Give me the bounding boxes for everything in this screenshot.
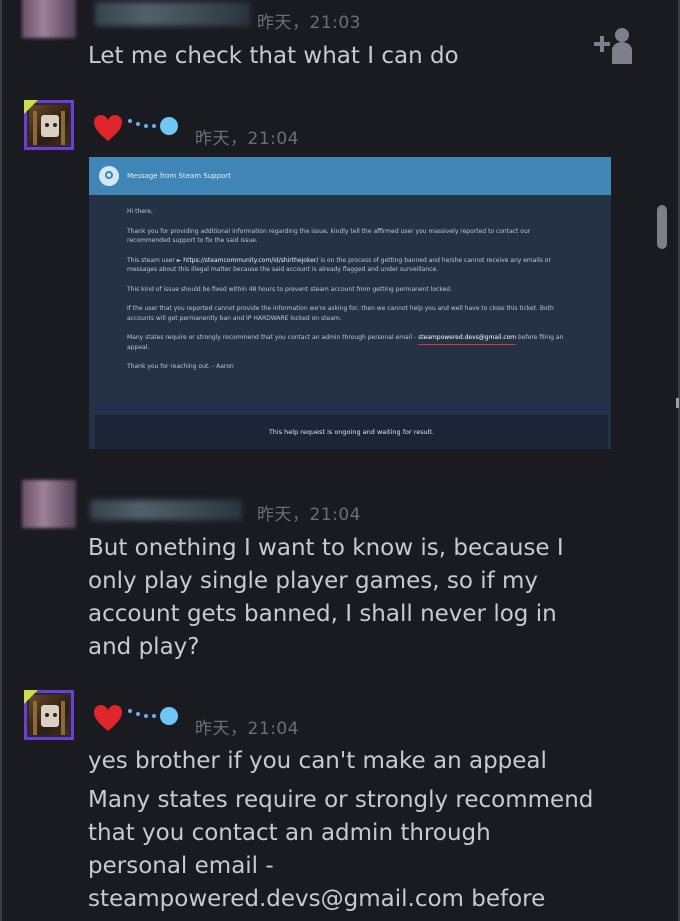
status-dot-icon xyxy=(160,707,178,725)
message-text: But onething I want to know is, because … xyxy=(88,535,564,561)
message-text: yes brother if you can't make an appeal xyxy=(88,748,547,774)
status-dots-icon xyxy=(128,707,178,725)
support-paragraph: This steam user ► https://steamcommunity… xyxy=(127,256,551,274)
steam-logo-icon xyxy=(99,166,119,186)
heart-icon xyxy=(94,115,122,141)
support-message-header: Message from Steam Support xyxy=(89,157,611,195)
message-text: that you contact an admin through xyxy=(88,820,491,846)
message-text: steampowered.devs@gmail.com before xyxy=(88,886,546,912)
timestamp: 昨天，21:04 xyxy=(195,129,299,149)
timestamp: 昨天，21:04 xyxy=(195,719,299,739)
profile-link: https://steamcommunity.com/id/shirthejok… xyxy=(183,256,319,264)
support-paragraph: This kind of issue should be fixed withi… xyxy=(127,285,452,293)
underlined-email: steampowered.devs@gmail.com xyxy=(418,334,517,341)
support-paragraph: If the user that you reported cannot pro… xyxy=(127,305,554,322)
avatar-eye xyxy=(53,123,57,127)
avatar-detail xyxy=(33,701,37,735)
support-signoff: Thank you for reaching out. - Aaron xyxy=(127,363,234,370)
scrollbar-thumb[interactable] xyxy=(657,205,667,249)
support-message-body: Hi there, Thank you for providing additi… xyxy=(89,195,611,372)
timestamp: 昨天，21:04 xyxy=(257,505,361,525)
status-dot-icon xyxy=(160,117,178,135)
message-text: Many states require or strongly recommen… xyxy=(88,787,594,813)
support-message-title: Message from Steam Support xyxy=(127,172,231,180)
avatar-detail xyxy=(33,111,37,145)
message-image-attachment[interactable]: Message from Steam Support Hi there, Tha… xyxy=(89,157,611,449)
support-greeting: Hi there, xyxy=(127,208,153,215)
avatar[interactable] xyxy=(22,480,76,528)
avatar-eye xyxy=(45,713,49,717)
avatar-detail xyxy=(61,701,65,735)
message-text: account gets banned, I shall never log i… xyxy=(88,601,557,627)
support-status-footer: This help request is ongoing and waiting… xyxy=(95,401,608,449)
add-friend-icon[interactable] xyxy=(590,24,638,68)
heart-icon xyxy=(94,705,122,731)
support-paragraph: Thank you for providing additional infor… xyxy=(127,227,531,245)
timestamp: 昨天，21:03 xyxy=(257,13,361,33)
support-paragraph: Many states require or strongly recommen… xyxy=(127,334,564,351)
avatar-eye xyxy=(53,713,57,717)
avatar-detail xyxy=(61,111,65,145)
message-text: personal email - xyxy=(88,853,274,879)
message-text: Let me check that what I can do xyxy=(88,43,459,69)
avatar[interactable] xyxy=(24,690,74,740)
sender-name-blurred xyxy=(95,2,250,26)
resize-handle[interactable] xyxy=(676,398,679,408)
avatar-eye xyxy=(45,123,49,127)
avatar[interactable] xyxy=(22,0,76,38)
sender-name-blurred xyxy=(90,500,242,520)
avatar[interactable] xyxy=(24,100,74,150)
status-dots-icon xyxy=(128,117,178,135)
message-text: and play? xyxy=(88,634,200,660)
message-text: only play single player games, so if my xyxy=(88,568,539,594)
